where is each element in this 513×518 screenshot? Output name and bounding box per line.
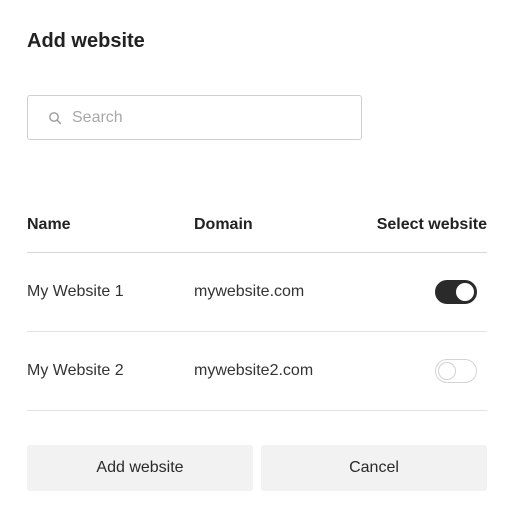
search-icon bbox=[48, 111, 62, 125]
column-header-select-website: Select website bbox=[376, 216, 487, 233]
toggle-knob bbox=[438, 362, 456, 380]
website-name: My Website 2 bbox=[27, 362, 124, 379]
table-row: My Website 2 mywebsite2.com bbox=[27, 332, 487, 411]
column-header-domain: Domain bbox=[194, 216, 253, 233]
toggle-knob bbox=[456, 283, 474, 301]
select-website-toggle[interactable] bbox=[435, 280, 477, 304]
add-website-dialog: Add website Name Domain Select website M… bbox=[0, 0, 513, 518]
table-row: My Website 1 mywebsite.com bbox=[27, 253, 487, 332]
dialog-title: Add website bbox=[27, 30, 145, 52]
website-domain: mywebsite2.com bbox=[194, 362, 314, 379]
website-domain: mywebsite.com bbox=[194, 283, 305, 300]
search-box[interactable] bbox=[27, 95, 362, 140]
add-website-button[interactable]: Add website bbox=[27, 445, 253, 491]
select-website-toggle[interactable] bbox=[435, 359, 477, 383]
cancel-button[interactable]: Cancel bbox=[261, 445, 487, 491]
search-input[interactable] bbox=[72, 108, 332, 127]
websites-table: Name Domain Select website My Website 1 … bbox=[27, 206, 487, 411]
column-header-name: Name bbox=[27, 216, 71, 233]
table-header: Name Domain Select website bbox=[27, 206, 487, 253]
website-name: My Website 1 bbox=[27, 283, 124, 300]
